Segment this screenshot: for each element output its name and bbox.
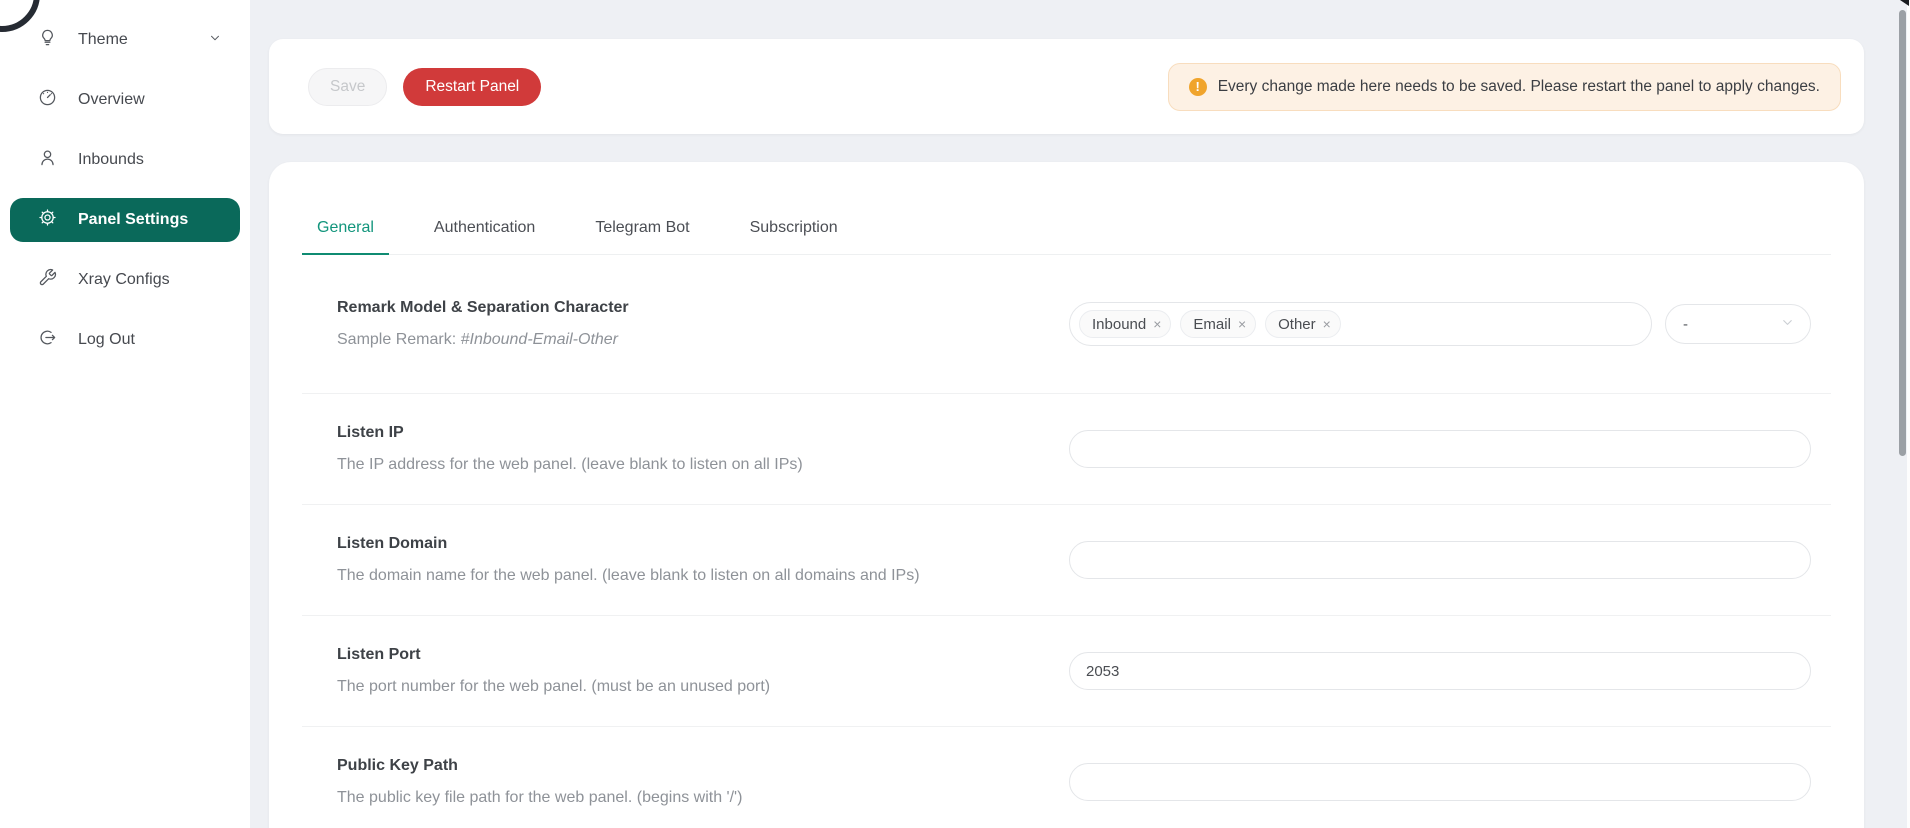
- main-content: Save Restart Panel ! Every change made h…: [250, 0, 1910, 828]
- listen-domain-desc: The domain name for the web panel. (leav…: [337, 566, 920, 586]
- sidebar-item-label: Panel Settings: [78, 211, 188, 229]
- alert-text: Every change made here needs to be saved…: [1218, 78, 1820, 96]
- listen-port-row: Listen Port The port number for the web …: [302, 616, 1831, 727]
- sidebar-item-theme[interactable]: Theme: [10, 18, 240, 62]
- sidebar-item-panel-settings[interactable]: Panel Settings: [10, 198, 240, 242]
- scrollbar-thumb[interactable]: [1899, 10, 1906, 456]
- listen-port-input[interactable]: [1069, 652, 1811, 690]
- row-right: [1069, 430, 1811, 468]
- sidebar-item-label: Inbounds: [78, 151, 144, 169]
- sidebar-item-xray-configs[interactable]: Xray Configs: [10, 258, 240, 302]
- public-key-path-desc: The public key file path for the web pan…: [337, 788, 742, 808]
- tab-authentication[interactable]: Authentication: [419, 218, 550, 254]
- row-left: Listen Domain The domain name for the we…: [337, 534, 920, 586]
- tab-subscription[interactable]: Subscription: [735, 218, 853, 254]
- tag-email: Email ×: [1180, 310, 1256, 338]
- sidebar-item-overview[interactable]: Overview: [10, 78, 240, 122]
- listen-domain-row: Listen Domain The domain name for the we…: [302, 505, 1831, 616]
- sidebar-item-label: Log Out: [78, 331, 135, 349]
- settings-rows: Remark Model & Separation Character Samp…: [302, 255, 1831, 828]
- remove-tag-icon[interactable]: ×: [1238, 316, 1246, 332]
- settings-tabs: General Authentication Telegram Bot Subs…: [302, 218, 1831, 255]
- remark-model-row: Remark Model & Separation Character Samp…: [302, 255, 1831, 394]
- row-left: Public Key Path The public key file path…: [337, 756, 742, 808]
- row-left: Remark Model & Separation Character Samp…: [337, 298, 629, 350]
- remark-model-label: Remark Model & Separation Character: [337, 298, 629, 318]
- restart-panel-button[interactable]: Restart Panel: [403, 68, 541, 106]
- row-left: Listen Port The port number for the web …: [337, 645, 770, 697]
- chevron-down-icon: [1780, 315, 1795, 334]
- public-key-path-label: Public Key Path: [337, 756, 742, 776]
- public-key-path-input[interactable]: [1069, 763, 1811, 801]
- chevron-down-icon: [208, 31, 222, 50]
- tag-label: Email: [1193, 316, 1231, 333]
- sidebar-item-inbounds[interactable]: Inbounds: [10, 138, 240, 182]
- row-left: Listen IP The IP address for the web pan…: [337, 423, 803, 475]
- sidebar-item-log-out[interactable]: Log Out: [10, 318, 240, 362]
- wrench-icon: [38, 268, 57, 292]
- sample-remark-value: #Inbound-Email-Other: [461, 331, 618, 348]
- public-key-path-row: Public Key Path The public key file path…: [302, 727, 1831, 828]
- toolbar-card: Save Restart Panel ! Every change made h…: [269, 39, 1864, 134]
- user-icon: [38, 148, 57, 172]
- restart-warning-alert: ! Every change made here needs to be sav…: [1168, 63, 1841, 111]
- listen-ip-row: Listen IP The IP address for the web pan…: [302, 394, 1831, 505]
- tab-general[interactable]: General: [302, 218, 389, 254]
- listen-ip-desc: The IP address for the web panel. (leave…: [337, 455, 803, 475]
- listen-port-desc: The port number for the web panel. (must…: [337, 677, 770, 697]
- tag-label: Inbound: [1092, 316, 1146, 333]
- row-right: [1069, 763, 1811, 801]
- row-right: [1069, 541, 1811, 579]
- listen-port-label: Listen Port: [337, 645, 770, 665]
- separator-select-value: -: [1683, 316, 1688, 333]
- remove-tag-icon[interactable]: ×: [1323, 316, 1331, 332]
- gear-icon: [38, 208, 57, 232]
- warning-icon: !: [1189, 78, 1207, 96]
- tag-inbound: Inbound ×: [1079, 310, 1171, 338]
- listen-ip-input[interactable]: [1069, 430, 1811, 468]
- remark-model-tags-input[interactable]: Inbound × Email × Other ×: [1069, 302, 1652, 346]
- sidebar-item-label: Xray Configs: [78, 271, 170, 289]
- gauge-icon: [38, 88, 57, 112]
- sidebar-item-label: Theme: [78, 31, 128, 49]
- remark-model-desc: Sample Remark: #Inbound-Email-Other: [337, 330, 629, 350]
- save-button[interactable]: Save: [308, 68, 387, 106]
- sidebar: Theme Overview Inbounds Panel Settings X…: [0, 0, 250, 828]
- row-right: [1069, 652, 1811, 690]
- sample-remark-prefix: Sample Remark:: [337, 331, 461, 348]
- listen-domain-input[interactable]: [1069, 541, 1811, 579]
- lightbulb-icon: [38, 28, 57, 52]
- remove-tag-icon[interactable]: ×: [1153, 316, 1161, 332]
- mouse-cursor: [1900, 0, 1909, 6]
- tag-other: Other ×: [1265, 310, 1341, 338]
- tab-telegram-bot[interactable]: Telegram Bot: [580, 218, 704, 254]
- logout-icon: [38, 328, 57, 352]
- listen-domain-label: Listen Domain: [337, 534, 920, 554]
- listen-ip-label: Listen IP: [337, 423, 803, 443]
- separator-select[interactable]: -: [1665, 304, 1811, 344]
- row-right: Inbound × Email × Other × -: [1069, 302, 1811, 346]
- panel-settings-card: General Authentication Telegram Bot Subs…: [269, 162, 1864, 828]
- tag-label: Other: [1278, 316, 1316, 333]
- sidebar-item-label: Overview: [78, 91, 145, 109]
